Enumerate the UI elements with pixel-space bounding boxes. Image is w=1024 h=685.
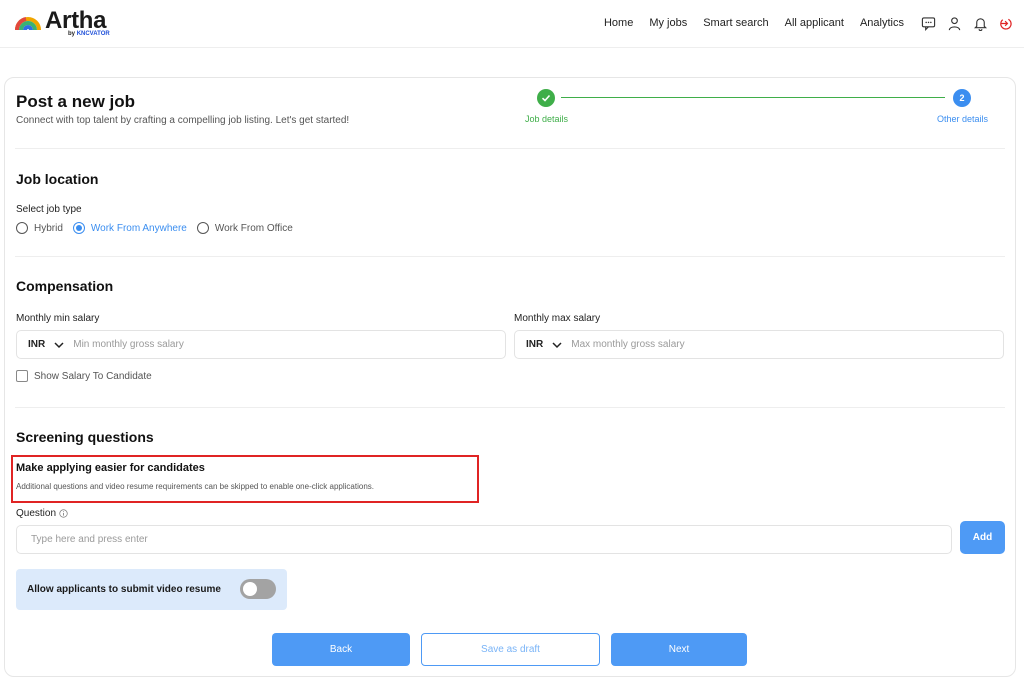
min-salary-input[interactable] [73, 339, 505, 350]
radio-circle [16, 222, 28, 234]
add-question-button[interactable]: Add [960, 521, 1005, 554]
max-salary-field: INR [514, 330, 1004, 359]
divider [15, 256, 1005, 257]
back-button[interactable]: Back [272, 633, 410, 666]
bell-icon[interactable] [972, 15, 988, 31]
info-icon[interactable] [59, 509, 68, 518]
radio-work-from-office[interactable]: Work From Office [196, 222, 293, 234]
chevron-down-icon[interactable] [551, 339, 563, 351]
screening-heading: Screening questions [16, 429, 154, 445]
nav-analytics[interactable]: Analytics [860, 17, 904, 29]
radio-label: Work From Anywhere [90, 222, 187, 234]
video-resume-panel: Allow applicants to submit video resume [16, 569, 287, 610]
brand-byline: by KNCVATOR [68, 31, 110, 37]
question-label: Question [16, 508, 68, 519]
radio-label: Work From Office [214, 222, 293, 234]
currency-select[interactable]: INR [28, 339, 45, 350]
question-input[interactable] [16, 525, 952, 554]
divider [15, 407, 1005, 408]
question-label-text: Question [16, 508, 57, 519]
brand-by-name: KNCVATOR [76, 31, 110, 37]
checkbox-box [16, 370, 28, 382]
compensation-heading: Compensation [16, 278, 114, 294]
radio-circle-selected [72, 222, 85, 234]
step-2-label: Other details [937, 114, 989, 124]
artha-logo[interactable]: Artha by KNCVATOR [14, 7, 124, 40]
top-navbar: Artha by KNCVATOR Home My jobs Smart sea… [0, 0, 1024, 48]
max-salary-input[interactable] [571, 339, 1003, 350]
step-2-active[interactable]: 2 [953, 89, 971, 107]
radio-hybrid[interactable]: Hybrid [16, 222, 63, 234]
video-resume-toggle[interactable] [240, 579, 276, 599]
rainbow-logo-icon [15, 17, 41, 31]
step-1-complete[interactable] [537, 89, 555, 107]
next-button[interactable]: Next [611, 633, 747, 666]
radio-circle [196, 222, 209, 234]
job-type-radio-group: Hybrid Work From Anywhere Work From Offi… [16, 222, 303, 234]
toggle-knob [243, 582, 257, 596]
easy-apply-description: Additional questions and video resume re… [16, 482, 374, 491]
nav-menu: Home My jobs Smart search All applicant … [604, 0, 1024, 46]
user-icon[interactable] [946, 15, 962, 31]
min-salary-field: INR [16, 330, 506, 359]
nav-home[interactable]: Home [604, 17, 633, 29]
divider [15, 148, 1005, 149]
radio-work-from-anywhere[interactable]: Work From Anywhere [72, 222, 187, 234]
page-title: Post a new job [16, 92, 136, 111]
save-draft-button[interactable]: Save as draft [421, 633, 600, 666]
currency-select[interactable]: INR [526, 339, 543, 350]
post-job-card: Post a new job Connect with top talent b… [4, 77, 1016, 677]
stepper-line [561, 97, 945, 98]
min-salary-label: Monthly min salary [16, 313, 100, 324]
logout-icon[interactable] [998, 15, 1014, 31]
max-salary-label: Monthly max salary [514, 313, 601, 324]
check-icon [541, 94, 551, 102]
page-subtitle: Connect with top talent by crafting a co… [16, 115, 350, 126]
nav-smart-search[interactable]: Smart search [703, 17, 768, 29]
job-location-heading: Job location [16, 171, 99, 187]
chat-icon[interactable] [920, 15, 936, 31]
nav-all-applicant[interactable]: All applicant [785, 17, 844, 29]
chevron-down-icon[interactable] [53, 339, 65, 351]
video-resume-label: Allow applicants to submit video resume [27, 584, 221, 595]
step-1-label: Job details [525, 114, 569, 124]
show-salary-label: Show Salary To Candidate [34, 370, 152, 382]
nav-my-jobs[interactable]: My jobs [649, 17, 687, 29]
brand-by: by [68, 31, 76, 37]
easy-apply-title: Make applying easier for candidates [16, 462, 205, 474]
radio-label: Hybrid [34, 222, 63, 234]
job-type-label: Select job type [16, 204, 82, 215]
show-salary-checkbox[interactable]: Show Salary To Candidate [16, 370, 152, 382]
